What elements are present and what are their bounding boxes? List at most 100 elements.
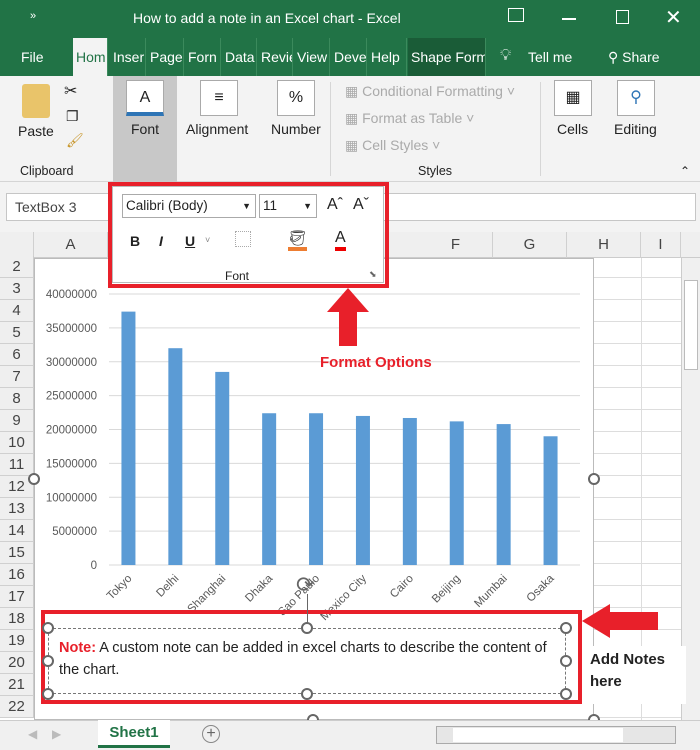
conditional-formatting-button[interactable]: ▦ Conditional Formatting ˅ xyxy=(345,83,515,100)
copy-icon[interactable]: ❐ xyxy=(66,108,79,125)
chevron-down-icon[interactable]: ˅ xyxy=(205,235,210,245)
y-tick-label: 15000000 xyxy=(46,458,97,470)
tab-data[interactable]: Data xyxy=(222,38,257,76)
cells-button[interactable]: Cells xyxy=(557,121,588,137)
format-as-table-button[interactable]: ▦ Format as Table ˅ xyxy=(345,110,474,127)
row-header-8[interactable]: 8 xyxy=(0,388,34,410)
tab-shape-format[interactable]: Shape Form xyxy=(408,38,486,76)
row-header-6[interactable]: 6 xyxy=(0,344,34,366)
bold-button[interactable]: B xyxy=(130,233,140,249)
minimize-icon[interactable] xyxy=(562,18,576,20)
close-icon[interactable]: ✕ xyxy=(665,5,682,30)
row-header-4[interactable]: 4 xyxy=(0,300,34,322)
paste-icon[interactable] xyxy=(22,84,50,118)
tell-me-search[interactable]: Tell me xyxy=(528,49,572,65)
tab-developer[interactable]: Deve xyxy=(331,38,367,76)
label: Cell Styles xyxy=(362,137,429,153)
resize-handle[interactable] xyxy=(301,622,313,634)
note-textbox[interactable]: Note: A custom note can be added in exce… xyxy=(48,628,566,694)
scroll-thumb[interactable] xyxy=(684,280,698,370)
row-header-14[interactable]: 14 xyxy=(0,520,34,542)
search-icon[interactable]: ⚲ xyxy=(617,80,655,116)
resize-handle[interactable] xyxy=(560,688,572,700)
cells-icon[interactable]: ▦ xyxy=(554,80,592,116)
format-painter-icon[interactable]: 🖌︎ xyxy=(66,132,84,149)
row-header-3[interactable]: 3 xyxy=(0,278,34,300)
italic-button[interactable]: I xyxy=(159,233,163,249)
collapse-ribbon-icon[interactable]: ⌃ xyxy=(680,164,690,178)
column-header-i[interactable]: I xyxy=(641,232,681,258)
row-header-2[interactable]: 2 xyxy=(0,256,34,278)
resize-handle[interactable] xyxy=(560,655,572,667)
row-header-17[interactable]: 17 xyxy=(0,586,34,608)
borders-icon[interactable] xyxy=(235,231,251,247)
grid-line xyxy=(594,453,681,454)
row-header-13[interactable]: 13 xyxy=(0,498,34,520)
tab-file[interactable]: File xyxy=(18,38,70,76)
tab-insert[interactable]: Inser xyxy=(110,38,146,76)
font-size-select[interactable]: 11 ▼ xyxy=(259,194,317,218)
number-button[interactable]: Number xyxy=(271,121,321,137)
row-header-21[interactable]: 21 xyxy=(0,674,34,696)
paste-button[interactable]: Paste xyxy=(18,123,54,139)
underline-button[interactable]: U xyxy=(185,233,195,249)
cut-icon[interactable]: ✂ xyxy=(64,81,77,101)
resize-handle[interactable] xyxy=(301,688,313,700)
cell-styles-button[interactable]: ▦ Cell Styles ˅ xyxy=(345,137,440,154)
row-header-7[interactable]: 7 xyxy=(0,366,34,388)
y-tick-label: 35000000 xyxy=(46,323,97,335)
tab-formulas[interactable]: Forn xyxy=(185,38,221,76)
column-header-g[interactable]: G xyxy=(493,232,567,258)
row-header-5[interactable]: 5 xyxy=(0,322,34,344)
resize-handle[interactable] xyxy=(588,473,600,485)
rotate-handle-icon[interactable]: ⟳ xyxy=(296,572,314,598)
tab-help[interactable]: Help xyxy=(368,38,407,76)
resize-handle[interactable] xyxy=(42,688,54,700)
font-group-button[interactable]: A Font xyxy=(113,76,177,182)
dialog-launcher-icon[interactable]: ⬊ xyxy=(369,269,377,280)
number-icon[interactable]: % xyxy=(277,80,315,116)
editing-button[interactable]: Editing xyxy=(614,121,657,137)
y-tick-label: 40000000 xyxy=(46,289,97,301)
resize-handle[interactable] xyxy=(28,473,40,485)
tab-view[interactable]: View xyxy=(294,38,330,76)
next-sheet-icon[interactable]: ▶ xyxy=(52,727,61,741)
resize-handle[interactable] xyxy=(42,655,54,667)
up-arrow-annotation xyxy=(327,288,369,346)
alignment-icon[interactable]: ≡ xyxy=(200,80,238,116)
row-header-10[interactable]: 10 xyxy=(0,432,34,454)
row-header-18[interactable]: 18 xyxy=(0,608,34,630)
fill-color-icon[interactable]: 🪣︎ xyxy=(288,229,308,251)
decrease-font-icon[interactable]: Aˇ xyxy=(353,196,369,214)
column-header-h[interactable]: H xyxy=(567,232,641,258)
horizontal-scrollbar[interactable] xyxy=(436,726,676,744)
row-header-16[interactable]: 16 xyxy=(0,564,34,586)
column-header-f[interactable]: F xyxy=(419,232,493,258)
maximize-icon[interactable] xyxy=(616,10,629,24)
tab-home[interactable]: Hom xyxy=(73,38,108,76)
row-header-15[interactable]: 15 xyxy=(0,542,34,564)
tab-page-layout[interactable]: Page xyxy=(147,38,184,76)
font-color-icon[interactable]: A xyxy=(335,229,346,251)
row-header-19[interactable]: 19 xyxy=(0,630,34,652)
alignment-button[interactable]: Alignment xyxy=(186,121,248,137)
row-header-22[interactable]: 22 xyxy=(0,696,34,718)
increase-font-icon[interactable]: Aˆ xyxy=(327,196,343,214)
resize-handle[interactable] xyxy=(42,622,54,634)
row-header-20[interactable]: 20 xyxy=(0,652,34,674)
prev-sheet-icon[interactable]: ◀ xyxy=(28,727,37,741)
quick-access-icon[interactable]: » xyxy=(30,10,36,22)
row-header-11[interactable]: 11 xyxy=(0,454,34,476)
select-all[interactable] xyxy=(0,232,34,258)
resize-handle[interactable] xyxy=(560,622,572,634)
column-header-a[interactable]: A xyxy=(34,232,108,258)
scroll-thumb[interactable] xyxy=(453,728,623,742)
font-name-select[interactable]: Calibri (Body) ▼ xyxy=(122,194,256,218)
add-sheet-icon[interactable]: + xyxy=(202,725,220,743)
ribbon-display-icon[interactable] xyxy=(508,8,524,22)
share-button[interactable]: ⚲ Share xyxy=(608,49,660,66)
row-header-9[interactable]: 9 xyxy=(0,410,34,432)
tab-review[interactable]: Revie xyxy=(258,38,293,76)
font-icon: A xyxy=(126,80,164,116)
sheet-tab-sheet1[interactable]: Sheet1 xyxy=(98,720,170,748)
